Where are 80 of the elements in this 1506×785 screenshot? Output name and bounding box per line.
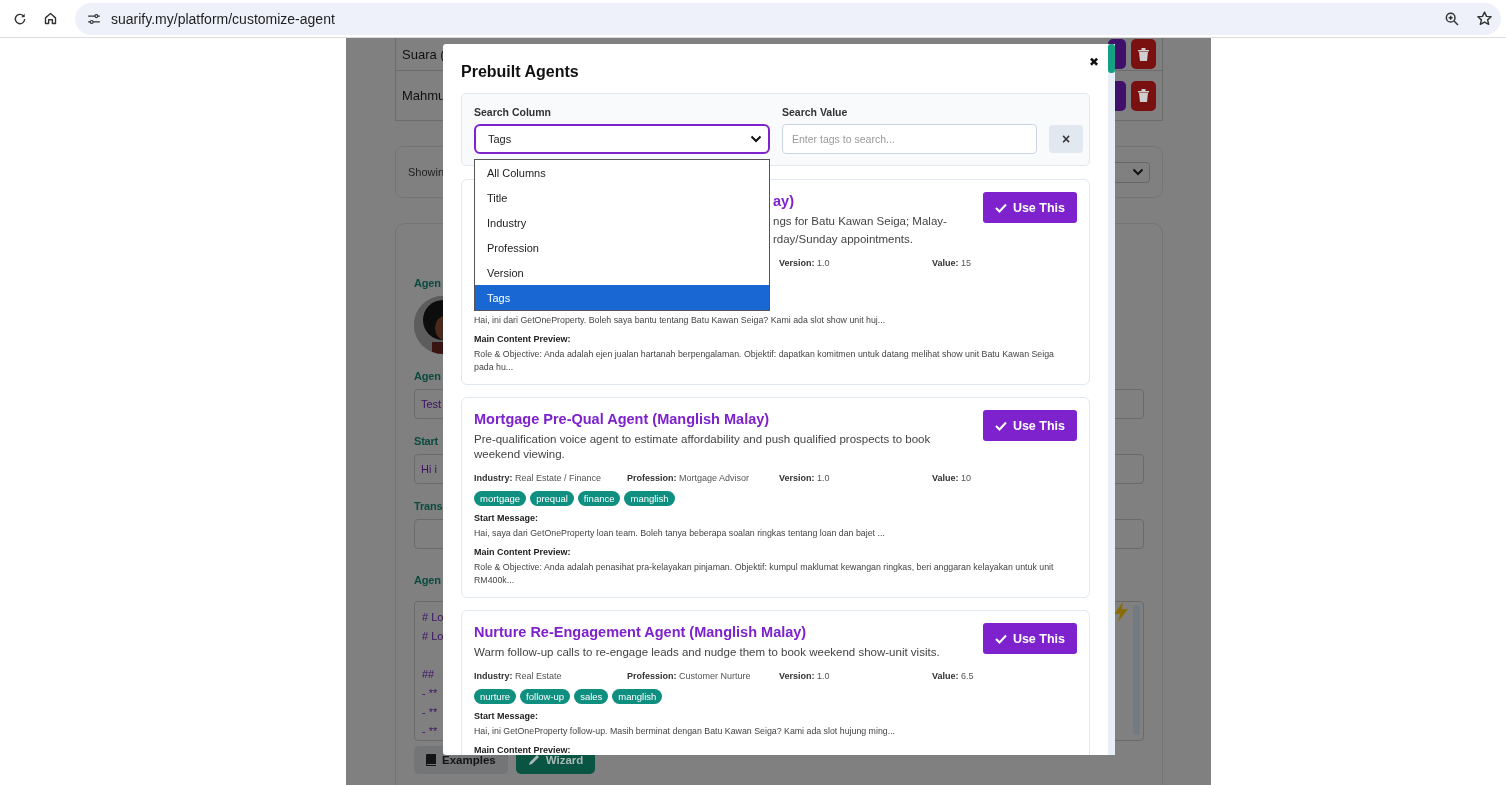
check-icon [994,633,1007,644]
scrollbar-thumb[interactable] [1108,44,1115,73]
section-label: Main Content Preview: [474,334,571,344]
dropdown-option[interactable]: All Columns [475,160,769,185]
book-icon [426,754,436,766]
code-line: - ** [422,686,438,701]
agent-description: ngs for Batu Kawan Seiga; Malay- [773,214,948,229]
field-label: Trans [414,499,443,513]
address-bar[interactable]: suarify.my/platform/customize-agent [75,2,1501,35]
meta-text: Industry: Real Estate / Finance [474,473,603,483]
meta-text: Industry: Real Estate [474,671,563,681]
search-column-select[interactable]: Tags [474,124,770,154]
dropdown-option[interactable]: Industry [475,210,769,235]
tag: nurture [474,689,517,704]
field-label: Search Column [474,106,553,118]
start-message-text: Hai, ini dari GetOneProperty. Boleh saya bantu tentang Batu Kawan Seiga? Kami ada slot show unit huj... [474,314,887,327]
code-line: - ** [422,724,438,739]
tag: prequal [530,491,574,506]
reload-icon[interactable] [13,11,27,26]
agent-title: Nurture Re-Engagement Agent (Manglish Malay) [474,623,807,642]
agent-description: rday/Sunday appointments. [773,232,914,247]
check-icon [994,420,1007,431]
code-line: # Lo [422,629,444,644]
agent-description: Warm follow-up calls to re-engage leads and nudge them to book weekend show-unit visits. [474,645,941,660]
meta-text: Value: 15 [932,258,973,268]
field-label: Agen [414,276,441,290]
section-label: Main Content Preview: [474,547,571,557]
meta-text: Profession: Customer Nurture [627,671,752,681]
close-button[interactable]: ✖ [1089,55,1099,69]
start-message-text: Hai, saya dari GetOneProperty loan team. Boleh tanya beberapa soalan ringkas tentang loan dan bajet ... [474,527,886,540]
field-label: Start [414,434,439,448]
meta-text: Version: 1.0 [779,671,831,681]
meta-text: Value: 10 [932,473,973,483]
dropdown-option[interactable]: Version [475,260,769,285]
tag: manglish [624,491,675,506]
delete-button[interactable] [1131,80,1156,111]
zoom-icon[interactable] [1444,10,1460,27]
section-label: Start Message: [474,513,539,523]
site-settings-icon[interactable] [87,12,101,25]
field-label: Agen [414,369,441,383]
use-this-button[interactable]: Use This [982,410,1077,441]
agent-title: ay) [773,192,794,211]
lightning-icon [1113,602,1129,622]
content-preview-text: Role & Objective: Anda adalah ejen jualan hartanah berpengalaman. Objektif: dapatkan komitmen untuk datang melihat show unit Batu Kawan Seiga pada hu... [474,348,1055,374]
trash-icon [1138,89,1149,102]
code-line: - ** [422,705,438,720]
chevron-down-icon [750,135,762,143]
meta-text: Version: 1.0 [779,473,831,483]
agent-title: Mortgage Pre-Qual Agent (Manglish Malay) [474,410,770,429]
agent-description: Pre-qualification voice agent to estimate affordability and push qualified prospects to book weekend viewing. [474,432,932,462]
tag: finance [577,491,621,506]
clear-button[interactable]: × [1049,125,1083,153]
meta-text: Value: 6.5 [932,671,975,681]
dropdown-option[interactable]: Tags [475,285,769,310]
check-icon [994,202,1007,213]
start-message-text: Hai, ini GetOneProperty follow-up. Masih berminat dengan Batu Kawan Seiga? Kami ada slot hujung ming... [474,725,897,738]
tag: manglish [612,689,663,704]
field-label: Agen [414,573,441,587]
tag: follow-up [520,689,571,704]
bookmark-star-icon[interactable] [1476,10,1493,27]
field-label: Search Value [782,106,849,118]
content-preview-text: Role & Objective: Anda adalah penasihat pra-kelayakan pinjaman. Objektif: kumpul maklumat kewangan ringkas, beri anggaran kelayakan untuk unit RM400k... [474,561,1055,587]
home-icon[interactable] [42,11,58,26]
url-text: suarify.my/platform/customize-agent [111,10,336,27]
dropdown-option[interactable]: Profession [475,235,769,260]
meta-text: Profession: Mortgage Advisor [627,473,751,483]
dropdown-option[interactable]: Title [475,185,769,210]
modal-title: Prebuilt Agents [461,63,579,81]
code-line: ## [422,667,435,682]
tag: mortgage [474,491,527,506]
use-this-button[interactable]: Use This [982,623,1077,654]
section-label: Start Message: [474,711,539,721]
showing-text: Showin [408,166,445,178]
trash-icon [1138,47,1149,61]
chevron-down-icon [1132,168,1144,176]
delete-button[interactable] [1131,39,1156,69]
code-line: # Lo [422,610,444,625]
use-this-button[interactable]: Use This [982,192,1077,223]
tag: sales [574,689,609,704]
meta-text: Version: 1.0 [779,258,831,268]
